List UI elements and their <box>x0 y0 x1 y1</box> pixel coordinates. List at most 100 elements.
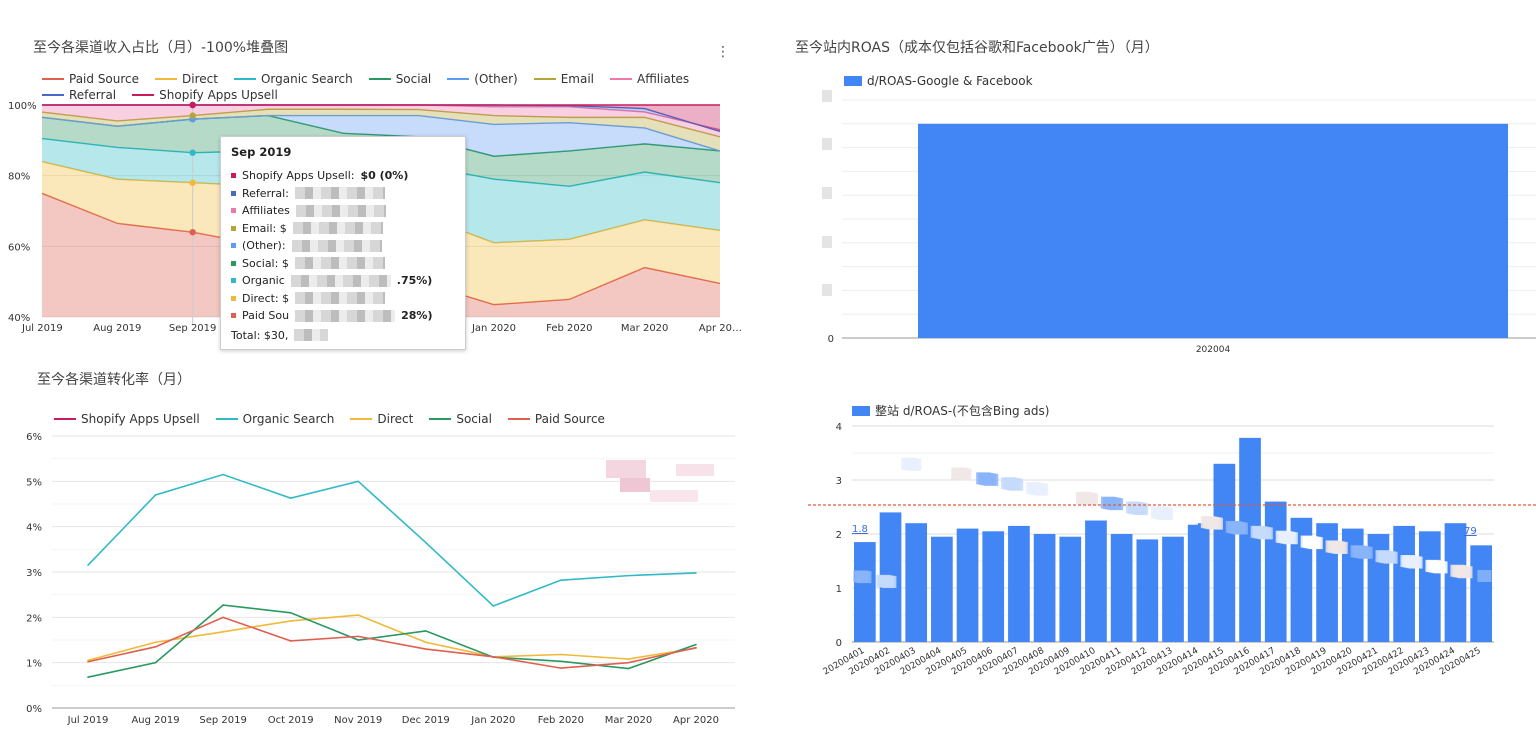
redacted-value <box>295 292 386 305</box>
roas-monthly-panel: 至今站内ROAS（成本仅包括谷歌和Facebook广告）（月） d/ROAS-G… <box>780 0 1536 360</box>
redacted-value <box>295 309 396 322</box>
x-tick-label: Sep 2019 <box>169 323 216 334</box>
roas-daily-chart: 0123420200401202004022020040320200404202… <box>808 422 1536 678</box>
redacted-value <box>294 257 385 270</box>
y-tick-label: 3% <box>26 568 42 579</box>
redacted-patch <box>1275 530 1290 543</box>
tooltip-title: Sep 2019 <box>231 145 292 159</box>
bar-20200416 <box>1239 437 1261 642</box>
y-tick-label: 5% <box>26 477 42 488</box>
point-paid-source <box>222 616 224 619</box>
redacted-patch <box>1400 554 1415 567</box>
bar-20200403 <box>905 523 928 642</box>
tooltip-row-affiliates: Affiliates <box>231 202 455 220</box>
point-organic-search <box>627 574 630 577</box>
redacted-value <box>295 204 386 217</box>
bar-20200422 <box>1393 525 1415 642</box>
tooltip-value: .75%) <box>396 274 433 288</box>
tooltip-label: Organic <box>242 274 285 288</box>
redacted-patch <box>676 464 714 476</box>
point-paid-source <box>695 646 697 649</box>
redacted-patch <box>951 467 966 480</box>
y-tick-label: 0 <box>836 638 842 649</box>
point-social <box>154 661 157 664</box>
y-tick-label: 3 <box>836 476 842 487</box>
redacted-patch <box>1200 516 1215 529</box>
redacted-patch <box>1477 569 1492 582</box>
y-tick-label: 1 <box>836 584 842 595</box>
point-organic-search <box>424 541 427 544</box>
point-direct <box>424 641 427 644</box>
series-dot <box>231 225 236 231</box>
point-paid-source <box>357 635 360 638</box>
redacted-tick <box>822 90 832 102</box>
line-social <box>87 604 697 678</box>
x-tick-label: Feb 2020 <box>538 715 584 726</box>
hover-point-shopify-apps-upsell <box>189 101 196 109</box>
x-tick-label: Apr 20… <box>699 323 742 334</box>
redacted-patch <box>926 462 941 475</box>
tooltip-label: Shopify Apps Upsell: <box>242 169 355 183</box>
series-dot <box>231 278 236 284</box>
tooltip-row-organic_search: Organic .75%) <box>231 272 455 290</box>
series-dot <box>231 173 236 179</box>
point-social <box>424 630 427 632</box>
y-tick-label: 6% <box>26 432 42 443</box>
tooltip-row-email: Email: $ <box>231 220 455 238</box>
conversion-rate-chart: 0% 1% 2% 3% 4% 5% 6% Jul 2019 Aug 2019 Sep 2019 Oc… <box>26 432 735 726</box>
redacted-patch <box>606 460 646 478</box>
hover-point-direct <box>189 179 196 186</box>
y-tick-label: 80% <box>8 172 30 183</box>
tooltip-row-direct: Direct: $ <box>231 290 455 308</box>
roas-daily-panel: 整站 d/ROAS-(不包含Bing ads) 0 1 2 3 4 20200401 202… <box>780 360 1536 756</box>
redacted-patch <box>1150 506 1165 519</box>
bar-20200424 <box>1444 523 1467 642</box>
point-paid-source <box>424 648 427 650</box>
bar-20200407 <box>1008 525 1030 642</box>
point-paid-source <box>87 660 89 663</box>
point-social <box>289 612 292 614</box>
point-organic-search <box>87 564 89 566</box>
point-organic-search <box>357 480 360 483</box>
tooltip-value: $0 (0%) <box>360 169 409 183</box>
tooltip-label: Social: $ <box>242 256 289 270</box>
bar-202004 <box>918 123 1508 338</box>
chart-tooltip: Sep 2019 Shopify Apps Upsell: $0 (0%) Refe… <box>220 136 466 350</box>
tooltip-row-social: Social: $ <box>231 255 455 273</box>
redacted-patch <box>1175 511 1190 524</box>
x-tick-label: Jan 2020 <box>471 323 516 334</box>
redacted-value <box>291 239 382 252</box>
series-dot <box>231 243 236 249</box>
point-paid-source <box>560 667 562 669</box>
bar-20200412 <box>1136 539 1159 642</box>
bar-20200425 <box>1470 545 1492 642</box>
line-direct <box>87 614 697 662</box>
redacted-patch <box>620 478 650 492</box>
x-tick-label: Sep 2019 <box>199 715 246 726</box>
redacted-patch <box>1051 486 1066 499</box>
x-tick-label: Aug 2019 <box>93 323 141 334</box>
redacted-patch <box>1026 482 1041 495</box>
bar-20200409 <box>1059 536 1082 642</box>
tooltip-row-shopify: Shopify Apps Upsell: $0 (0%) <box>231 167 455 185</box>
bar-20200401 <box>854 542 876 642</box>
series-dot <box>231 295 236 301</box>
x-tick-label: Apr 2020 <box>673 715 719 726</box>
point-organic-search <box>560 579 562 581</box>
point-social <box>627 667 630 670</box>
x-tick-label: Feb 2020 <box>546 323 592 334</box>
series-dot <box>231 208 236 214</box>
redacted-value <box>294 187 385 200</box>
point-paid-source <box>492 655 495 658</box>
x-tick-label: Jul 2019 <box>67 715 109 726</box>
tooltip-label: Paid Sou <box>242 309 290 323</box>
redacted-value <box>292 222 383 235</box>
hover-point-organic-search <box>189 149 196 156</box>
tooltip-label: (Other): <box>242 239 286 253</box>
redacted-value <box>290 274 391 287</box>
tooltip-row-other: (Other): <box>231 237 455 255</box>
point-social <box>560 660 562 663</box>
x-tick-label: Mar 2020 <box>621 323 669 334</box>
redacted-patch <box>1375 550 1390 563</box>
line-organic-search <box>87 473 697 607</box>
